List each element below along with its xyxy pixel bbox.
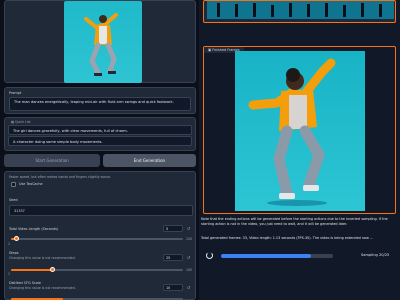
video-length-handle[interactable] [14, 236, 20, 241]
sampling-note: Note that the ending actions will be gen… [201, 217, 388, 226]
input-image [64, 1, 142, 83]
quick-list-item[interactable]: A character doing some simple body movem… [8, 136, 192, 146]
preview-frames-image [207, 1, 394, 19]
settings-panel: Faster speed, but often makes hands and … [4, 171, 196, 300]
settings-column: Prompt The man dances energetically, lea… [0, 0, 199, 300]
output-video[interactable] [235, 51, 365, 211]
video-length-max: 120 [186, 237, 193, 241]
video-length-min: 1 [8, 242, 11, 246]
generation-status: Total generated frames: 33, Video length… [201, 236, 374, 240]
prompt-label: Prompt [9, 91, 22, 95]
sampling-progress: Sampling 20/25 [205, 251, 395, 261]
preview-frames-strip [203, 0, 396, 23]
input-image-panel[interactable] [4, 0, 196, 83]
steps-fill [11, 269, 53, 271]
steps-handle[interactable] [49, 267, 55, 272]
video-length-slider[interactable] [11, 238, 183, 240]
quick-list-block: ▦ Quick List The girl dances gracefully,… [4, 117, 196, 151]
cfg-hint: Changing this value is not recommended. [9, 286, 76, 290]
start-generation-button[interactable]: Start Generation [4, 154, 100, 167]
finished-frames-panel: ▣ Finished Frames [203, 46, 396, 214]
reset-icon[interactable]: ↺ [185, 284, 192, 291]
quick-list-item[interactable]: The girl dances gracefully, with clear m… [8, 125, 192, 135]
seed-label: Seed [9, 198, 18, 202]
reset-icon[interactable]: ↺ [185, 254, 192, 261]
frame-thumbnails [217, 3, 382, 17]
progress-label: Sampling 20/25 [361, 253, 390, 257]
video-length-label: Total Video Length (Seconds) [9, 227, 59, 231]
video-length-input[interactable]: 5 [163, 225, 183, 232]
quick-list-label: ▦ Quick List [11, 120, 31, 124]
reset-icon[interactable]: ↺ [185, 225, 192, 232]
dancer-figure-large [248, 58, 336, 206]
dancer-figure-small [84, 13, 118, 76]
progress-fill [221, 254, 311, 258]
steps-hint: Changing this value is not recommended. [9, 256, 76, 260]
steps-min: 1 [8, 272, 11, 276]
steps-max: 100 [186, 268, 193, 272]
teacache-hint: Faster speed, but often makes hands and … [9, 175, 112, 179]
prompt-text: The man dances energetically, leaping mi… [14, 100, 174, 104]
steps-label: Steps [9, 251, 19, 255]
prompt-block: Prompt The man dances energetically, lea… [4, 87, 196, 114]
spinner-icon [206, 252, 213, 259]
teacache-checkbox[interactable] [11, 182, 16, 187]
seed-input[interactable]: 31337 [9, 205, 193, 216]
prompt-textarea[interactable]: The man dances energetically, leaping mi… [9, 97, 191, 111]
end-generation-button[interactable]: End Generation [103, 154, 196, 167]
cfg-input[interactable]: 10 [163, 284, 183, 291]
steps-input[interactable]: 25 [163, 254, 183, 261]
cfg-label: Distilled CFG Scale [9, 281, 41, 285]
teacache-label: Use TeaCache [19, 182, 43, 186]
